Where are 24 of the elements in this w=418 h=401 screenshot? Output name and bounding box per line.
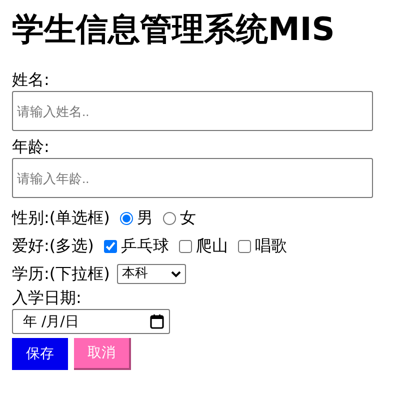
checkbox[interactable] <box>238 240 251 253</box>
name-input-field[interactable]: 请输入姓名.. <box>12 91 373 132</box>
field-label: 年龄: <box>12 137 50 158</box>
field-label: 性别:(单选框) <box>12 208 110 228</box>
age-input-field[interactable]: 请输入年龄.. <box>12 158 373 198</box>
save-button[interactable]: 保存 <box>12 338 68 370</box>
chevron-down-icon <box>170 270 181 278</box>
option-label: 男 <box>136 208 153 228</box>
checkbox[interactable] <box>104 240 117 253</box>
field-label: 姓名: <box>12 70 50 90</box>
option-label: 爬山 <box>196 236 228 256</box>
radio-button[interactable] <box>120 212 133 225</box>
option-label: 女 <box>180 208 196 228</box>
radio-button[interactable] <box>162 212 176 225</box>
calendar-icon <box>150 314 164 330</box>
field-label: 学历:(下拉框) <box>12 264 110 284</box>
education-dropdown[interactable]: 本科 <box>116 264 186 284</box>
field-label: 爱好:(多选) <box>12 236 94 256</box>
checkbox[interactable] <box>178 240 192 253</box>
option-label: 乒乓球 <box>120 236 169 256</box>
date-input-field[interactable]: 年 /月/日 <box>12 309 170 334</box>
field-label: 入学日期: <box>12 288 82 308</box>
page-title: 学生信息管理系统MIS <box>12 10 336 48</box>
option-label: 唱歌 <box>254 236 287 256</box>
